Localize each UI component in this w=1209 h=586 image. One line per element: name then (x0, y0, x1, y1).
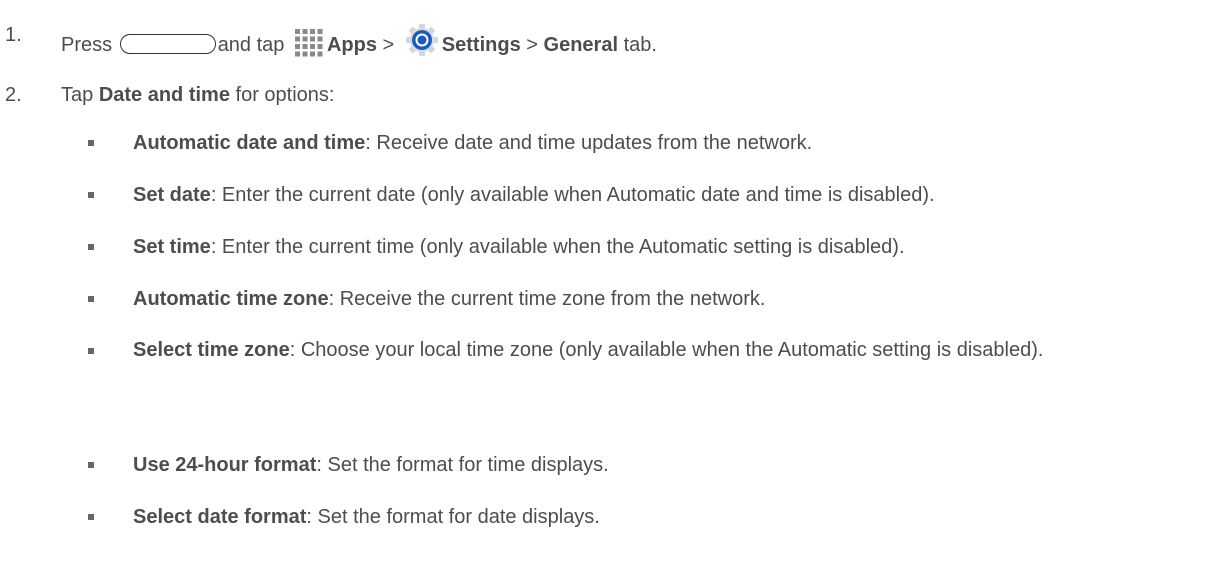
general-label: General (543, 34, 618, 56)
option-desc: : Receive date and time updates from the… (365, 132, 813, 154)
bullet-icon (88, 462, 94, 468)
option-term: Set date (133, 184, 211, 206)
step-text-tab: tab. (623, 34, 657, 56)
bullet-icon (88, 296, 94, 302)
settings-gear-icon (405, 23, 439, 63)
option-desc: : Set the format for date displays. (306, 506, 600, 528)
option-desc: : Set the format for time displays. (316, 454, 609, 476)
apps-label: Apps (326, 34, 377, 56)
date-and-time-label: Date and time (98, 84, 230, 106)
step-number: 1. (5, 24, 22, 46)
step-number: 2. (5, 84, 22, 106)
bullet-icon (88, 192, 94, 198)
option-desc: : Choose your local time zone (only avai… (289, 339, 1044, 361)
step-text-and-tap: and tap (217, 34, 285, 56)
step-text-tap: Tap (61, 84, 94, 106)
option-term: Set time (133, 236, 211, 258)
option-desc: : Enter the current time (only available… (210, 236, 905, 258)
bullet-icon (88, 244, 94, 250)
separator: > (382, 34, 395, 56)
apps-grid-icon (294, 27, 324, 63)
home-key-icon (119, 34, 216, 54)
option-term: Select time zone (133, 339, 290, 361)
option-desc: : Enter the current date (only available… (210, 184, 935, 206)
option-term: Automatic time zone (133, 288, 329, 310)
separator: > (526, 34, 538, 56)
step-text-suffix: for options: (235, 84, 335, 106)
bullet-icon (88, 514, 94, 520)
bullet-icon (88, 348, 94, 354)
bullet-icon (88, 140, 94, 146)
settings-label: Settings (441, 34, 521, 56)
option-term: Use 24-hour format (133, 454, 317, 476)
option-desc: : Receive the current time zone from the… (328, 288, 766, 310)
option-term: Automatic date and time (133, 132, 366, 154)
option-term: Select date format (133, 506, 307, 528)
step-text-press: Press (61, 34, 113, 56)
